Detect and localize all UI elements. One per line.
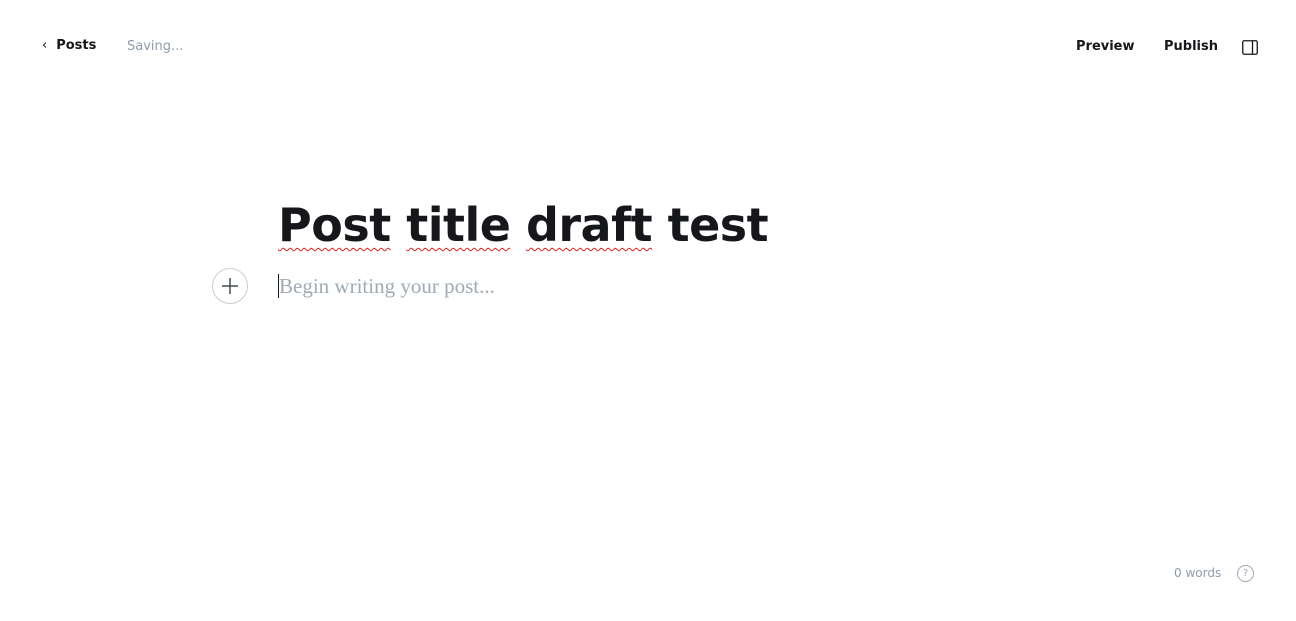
post-title-input[interactable]: Post title draft test (278, 198, 769, 252)
word-count: 0 words (1174, 566, 1222, 580)
title-word: draft (525, 198, 653, 252)
chevron-left-icon: ‹ (42, 38, 48, 53)
publish-button[interactable]: Publish (1164, 39, 1218, 54)
title-word: title (406, 198, 511, 252)
back-label: Posts (56, 38, 97, 53)
help-icon[interactable]: ? (1237, 565, 1254, 582)
post-body-editor[interactable]: Begin writing your post... (278, 274, 495, 298)
editor-header: ‹ Posts Saving... Preview Publish (0, 0, 1296, 95)
title-word: test (667, 198, 769, 252)
back-to-posts-link[interactable]: ‹ Posts (42, 38, 96, 53)
title-word: Post (278, 198, 391, 252)
add-card-button[interactable] (212, 268, 248, 304)
preview-button[interactable]: Preview (1076, 39, 1135, 54)
save-status: Saving... (127, 39, 184, 54)
plus-icon (222, 278, 238, 294)
sidebar-toggle-icon[interactable] (1242, 40, 1258, 55)
